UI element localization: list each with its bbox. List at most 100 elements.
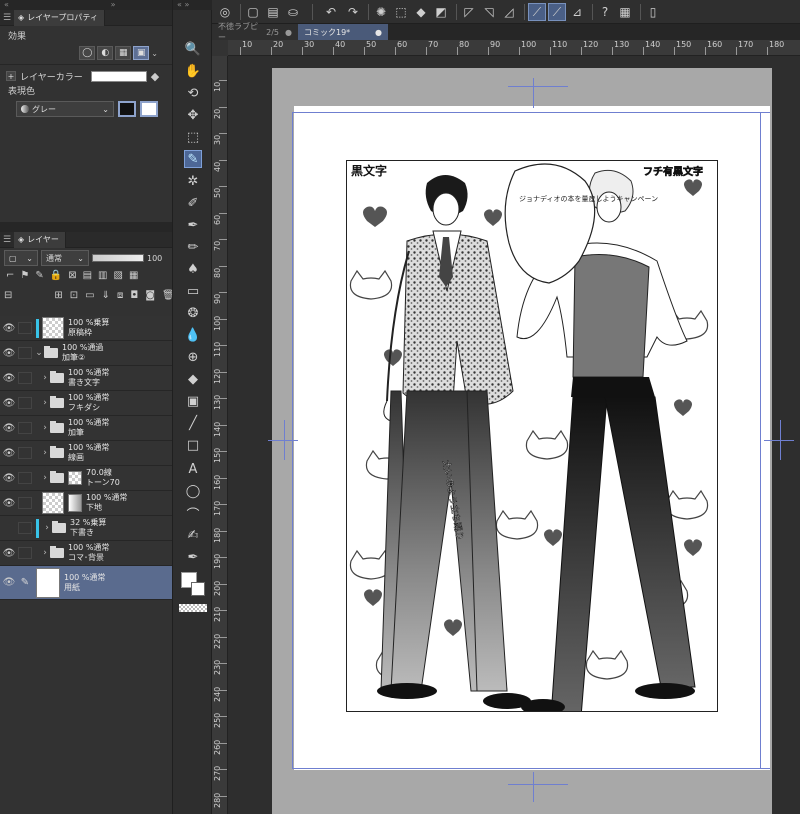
layer-row-10[interactable]: 👁 ✎ 100 %通常 用紙 (0, 566, 172, 600)
undo-icon[interactable]: ↶ (322, 3, 340, 21)
auto-select-icon[interactable]: ✎ (184, 150, 202, 168)
eye-icon[interactable]: 👁 (0, 448, 18, 459)
rotate-icon[interactable]: ⟲ (184, 84, 202, 102)
canvas-area[interactable]: ジョナディオの本を量産しようキャンペーン 黒文字 フチ有黒文字 太いのよう立ち踊… (228, 56, 800, 814)
snap-special-ruler-icon[interactable]: ⟋ (548, 3, 566, 21)
pen-icon[interactable]: ✒ (184, 216, 202, 234)
effect-tone-icon[interactable]: ▦ (115, 46, 132, 60)
rectangle-icon[interactable]: □ (184, 436, 202, 454)
tab-document-2[interactable]: コミック19* ● (298, 24, 388, 40)
move-icon[interactable]: ✥ (184, 106, 202, 124)
layer-color-swatch[interactable] (90, 70, 147, 82)
layer-row-0[interactable]: 👁 100 %乗算 原稿枠 (0, 316, 172, 341)
chevron-down-icon[interactable]: ⌄ (34, 348, 44, 358)
open-folder-icon[interactable]: ▤ (264, 3, 282, 21)
ruler-icon[interactable]: ▥ (98, 270, 107, 281)
text-icon[interactable]: A (184, 460, 202, 478)
mask-apply-icon[interactable]: ◙ (145, 290, 155, 301)
brush-icon[interactable]: ♠ (184, 260, 202, 278)
zoom-icon[interactable]: 🔍 (184, 40, 202, 58)
eye-icon[interactable]: 👁 (0, 498, 18, 509)
gradient-icon[interactable]: ▣ (184, 392, 202, 410)
layer-row-5[interactable]: 👁 › 100 %通常 線画 (0, 441, 172, 466)
effect-watercolor-icon[interactable]: ◐ (97, 46, 114, 60)
tab-layer-property[interactable]: ◈ レイヤープロパティ (14, 9, 105, 26)
eye-icon[interactable]: 👁 (0, 423, 18, 434)
blend-mode-select[interactable]: 通常 ⌄ (41, 250, 89, 266)
frame-line-icon[interactable]: ⌒ (184, 504, 202, 523)
clear-icon[interactable]: ◩ (432, 3, 450, 21)
transparent-color-swatch[interactable] (179, 604, 207, 612)
more-icon[interactable]: ▦ (129, 270, 138, 281)
selection-icon[interactable]: ⬚ (184, 128, 202, 146)
close-icon[interactable]: ● (375, 28, 382, 37)
eyedropper-icon[interactable]: ✐ (184, 194, 202, 212)
chevron-right-icon[interactable]: › (40, 423, 50, 433)
layer-row-1[interactable]: 👁 ⌄ 100 %通過 加筆② (0, 341, 172, 366)
paint-bucket-icon[interactable]: ◆ (151, 70, 159, 83)
plus-icon[interactable]: + (6, 71, 16, 81)
chevron-down-icon[interactable]: ⌄ (151, 49, 158, 58)
layer-row-8[interactable]: › 32 %乗算 下書き (0, 516, 172, 541)
help-icon[interactable]: ? (596, 3, 614, 21)
clip-icon[interactable]: ⌐ (6, 270, 14, 281)
expression-color-select[interactable]: グレー ⌄ (16, 101, 114, 117)
chevron-right-icon[interactable]: › (40, 448, 50, 458)
eye-icon[interactable]: 👁 (0, 548, 18, 559)
eye-icon[interactable]: 👁 (0, 373, 18, 384)
vector-pen-icon[interactable]: ✒ (184, 548, 202, 566)
cut-icon[interactable]: ◸ (460, 3, 478, 21)
merge-icon[interactable]: ⧈ (117, 290, 123, 301)
panel-menu-icon[interactable]: ☰ (0, 13, 14, 23)
tool-collapse-bar[interactable]: « » (173, 0, 213, 10)
eye-icon[interactable]: 👁 (0, 398, 18, 409)
effect-border-icon[interactable]: ◯ (79, 46, 96, 60)
horizontal-ruler[interactable]: 10 20 30 40 50 60 70 80 90 100 110 120 130 140 150 160 1… (228, 40, 800, 56)
chevron-right-icon[interactable]: › (40, 373, 50, 383)
new-file-icon[interactable]: ▢ (244, 3, 262, 21)
layer-row-3[interactable]: 👁 › 100 %通常 フキダシ (0, 391, 172, 416)
decoration-icon[interactable]: ❂ (184, 304, 202, 322)
snap-ruler-icon[interactable]: ⟋ (528, 3, 546, 21)
new-raster-layer-icon[interactable]: ⊞ (54, 290, 62, 301)
sub-color-swatch[interactable] (191, 582, 205, 596)
draft-icon[interactable]: ✎ (35, 270, 43, 281)
effect-expression-color-icon[interactable]: ▣ (133, 46, 150, 60)
layer-row-6[interactable]: 👁 › 70.0線 トーン70 (0, 466, 172, 491)
lock-transparent-icon[interactable]: ⊠ (68, 270, 76, 281)
copy-icon[interactable]: ◹ (480, 3, 498, 21)
layer-row-4[interactable]: 👁 › 100 %通常 加筆 (0, 416, 172, 441)
chevron-right-icon[interactable]: › (40, 473, 50, 483)
eye-icon[interactable]: 👁 (0, 473, 18, 484)
panel-menu-icon[interactable]: ☰ (0, 235, 14, 245)
layer-row-2[interactable]: 👁 › 100 %通常 書き文字 (0, 366, 172, 391)
reference-icon[interactable]: ⚑ (20, 270, 29, 281)
app-icon[interactable]: ◎ (216, 3, 234, 21)
move-down-icon[interactable]: ⇓ (102, 290, 110, 301)
opacity-value[interactable]: 100 (147, 254, 162, 263)
blend-icon[interactable]: 💧 (184, 326, 202, 344)
globe-icon[interactable]: ⊕ (184, 348, 202, 366)
smartphone-icon[interactable]: ▯ (644, 3, 662, 21)
paste-icon[interactable]: ◿ (500, 3, 518, 21)
eye-icon[interactable]: 👁 (0, 323, 18, 334)
new-folder-icon[interactable]: ▭ (85, 290, 94, 301)
main-color-swatch[interactable] (118, 101, 136, 117)
color-icon[interactable]: ▧ (114, 270, 123, 281)
sub-color-swatch[interactable] (140, 101, 158, 117)
opacity-slider[interactable] (92, 254, 144, 262)
eye-icon[interactable]: 👁 (0, 577, 18, 588)
layer-settings-icon[interactable]: ⊟ (4, 290, 12, 301)
loading-icon[interactable]: ✺ (372, 3, 390, 21)
panel-collapse-bar[interactable]: « » (0, 0, 172, 10)
vertical-ruler[interactable]: 10 20 30 40 50 60 70 80 90 100 110 120 130 140 150 160 1… (212, 56, 228, 814)
new-vector-layer-icon[interactable]: ⊡ (70, 290, 78, 301)
close-icon[interactable]: ● (285, 28, 292, 37)
lock-icon[interactable]: 🔒 (50, 270, 62, 281)
transparency-icon[interactable]: ▦ (616, 3, 634, 21)
line-icon[interactable]: ╱ (184, 414, 202, 432)
layer-row-7[interactable]: 👁 100 %通常 下地 (0, 491, 172, 516)
snap-grid-icon[interactable]: ⊿ (568, 3, 586, 21)
mask-add-icon[interactable]: ◘ (130, 290, 138, 301)
fill-icon[interactable]: ◆ (184, 370, 202, 388)
